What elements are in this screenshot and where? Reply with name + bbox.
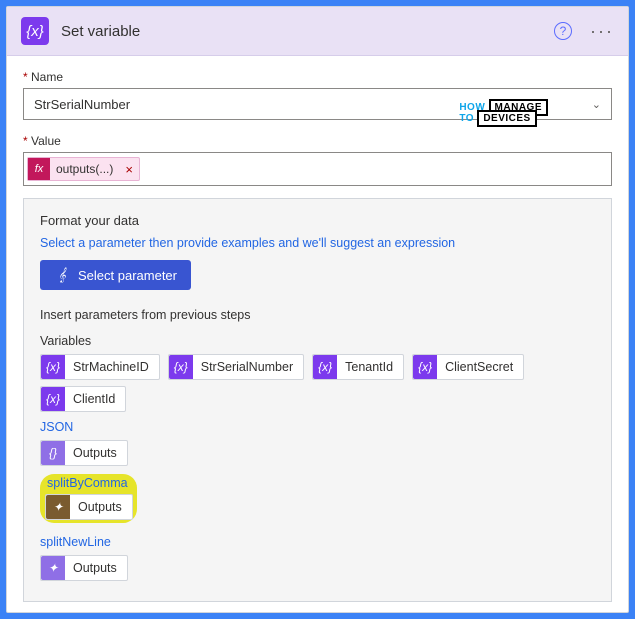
wand-icon: 𝄞: [54, 267, 70, 283]
variable-icon: {x}: [41, 355, 65, 379]
more-menu-icon[interactable]: ···: [590, 21, 614, 42]
var-clientid[interactable]: {x} ClientId: [40, 386, 126, 412]
splitbycomma-group-label[interactable]: splitByComma: [47, 476, 128, 490]
card-title: Set variable: [61, 23, 554, 40]
compose-icon: ✦: [41, 556, 65, 580]
value-input[interactable]: fx outputs(...) ×: [23, 152, 612, 186]
variable-icon: {x}: [313, 355, 337, 379]
format-title: Format your data: [40, 213, 595, 228]
splitnewline-outputs[interactable]: ✦ Outputs: [40, 555, 128, 581]
name-label: Name: [23, 70, 612, 84]
format-hint: Select a parameter then provide examples…: [40, 236, 595, 250]
variables-group-label: Variables: [40, 334, 595, 348]
variable-icon: {x}: [413, 355, 437, 379]
highlight-splitbycomma: splitByComma ✦ Outputs: [40, 474, 137, 523]
var-tenantid[interactable]: {x} TenantId: [312, 354, 404, 380]
splitbycomma-outputs[interactable]: ✦ Outputs: [45, 494, 133, 520]
variables-row-2: {x} ClientId: [40, 386, 595, 412]
splitnewline-row: ✦ Outputs: [40, 555, 595, 581]
var-strmachineid[interactable]: {x} StrMachineID: [40, 354, 160, 380]
card-body: HOW MANAGE TO DEVICES Name StrSerialNumb…: [7, 56, 628, 612]
var-clientsecret[interactable]: {x} ClientSecret: [412, 354, 524, 380]
help-icon[interactable]: ?: [554, 22, 572, 40]
insert-params-title: Insert parameters from previous steps: [40, 308, 595, 322]
select-parameter-button[interactable]: 𝄞 Select parameter: [40, 260, 191, 290]
fx-icon: fx: [28, 158, 50, 180]
remove-token-icon[interactable]: ×: [119, 162, 139, 177]
watermark: HOW MANAGE TO DEVICES: [459, 102, 548, 124]
json-row: {} Outputs: [40, 440, 595, 466]
variable-icon: {x}: [21, 17, 49, 45]
chevron-down-icon: ⌄: [592, 98, 601, 111]
card-header: {x} Set variable ? ···: [7, 7, 628, 56]
set-variable-card: {x} Set variable ? ··· HOW MANAGE TO DEV…: [6, 6, 629, 613]
json-icon: {}: [41, 441, 65, 465]
token-text: outputs(...): [50, 162, 119, 176]
json-group-label[interactable]: JSON: [40, 420, 595, 434]
expression-token[interactable]: fx outputs(...) ×: [27, 157, 140, 181]
compose-icon: ✦: [46, 495, 70, 519]
variables-row: {x} StrMachineID {x} StrSerialNumber {x}…: [40, 354, 595, 380]
format-panel: Format your data Select a parameter then…: [23, 198, 612, 602]
json-outputs[interactable]: {} Outputs: [40, 440, 128, 466]
value-label: Value: [23, 134, 612, 148]
var-strserialnumber[interactable]: {x} StrSerialNumber: [168, 354, 304, 380]
splitnewline-group-label[interactable]: splitNewLine: [40, 535, 595, 549]
variable-icon: {x}: [169, 355, 193, 379]
variable-icon: {x}: [41, 387, 65, 411]
